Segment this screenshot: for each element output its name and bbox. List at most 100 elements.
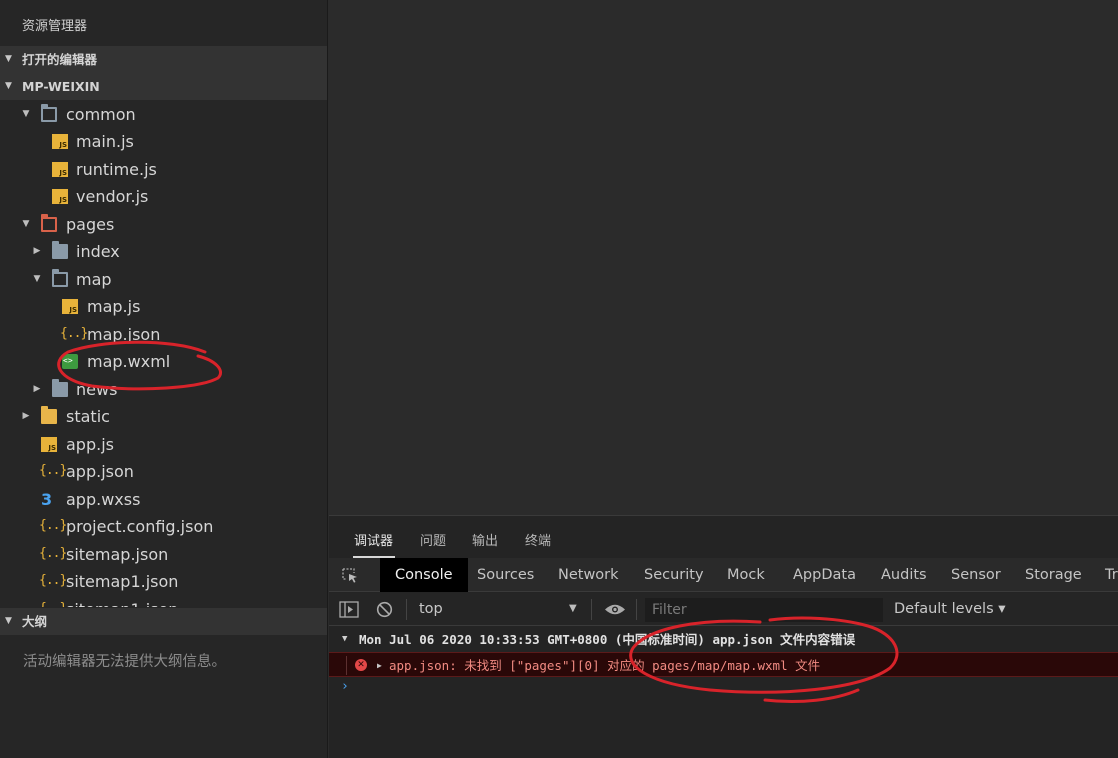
js-file-icon xyxy=(52,162,68,177)
devtab-network[interactable]: Network xyxy=(558,558,619,592)
error-icon: ✕ xyxy=(355,659,367,671)
file-tree: ▼ common main.js runtime.js vendor.js ▼ … xyxy=(0,101,327,607)
chevron-down-icon[interactable]: ▼ xyxy=(569,603,577,614)
tree-item-index[interactable]: ▶ index xyxy=(0,238,327,265)
tree-item-label: news xyxy=(76,380,118,399)
devtab-trace-cut[interactable]: Tr xyxy=(1105,558,1118,592)
tree-item-runtime-js[interactable]: runtime.js xyxy=(0,156,327,183)
tree-item-sitemap1-json[interactable]: {..} sitemap1.json xyxy=(0,568,327,595)
devtab-appdata[interactable]: AppData xyxy=(793,558,856,592)
tree-item-label: app.json xyxy=(66,462,134,481)
devtab-security[interactable]: Security xyxy=(644,558,704,592)
json-file-icon: {..} xyxy=(39,601,67,607)
json-file-icon: {..} xyxy=(60,326,88,341)
devtab-mock[interactable]: Mock xyxy=(727,558,765,592)
outline-label: 大纲 xyxy=(22,614,48,629)
tree-item-news[interactable]: ▶ news xyxy=(0,376,327,403)
tab-debugger[interactable]: 调试器 xyxy=(354,530,393,549)
tree-item-label: app.wxss xyxy=(66,490,141,509)
chevron-down-icon: ▼ xyxy=(22,109,30,119)
explorer-sidebar: 资源管理器 ▼ 打开的编辑器 ▼ MP-WEIXIN ▼ common main… xyxy=(0,0,328,758)
eye-icon[interactable] xyxy=(604,603,626,616)
folder-open-icon xyxy=(41,214,57,232)
tree-item-label: runtime.js xyxy=(76,160,157,179)
clear-console-icon[interactable] xyxy=(376,601,393,618)
devtab-console[interactable]: Console xyxy=(380,558,468,592)
tree-item-map-json[interactable]: {..} map.json xyxy=(0,321,327,348)
tree-item-vendor-js[interactable]: vendor.js xyxy=(0,183,327,210)
chevron-down-icon: ▼ xyxy=(5,81,12,91)
js-file-icon xyxy=(52,189,68,204)
tab-problems[interactable]: 问题 xyxy=(420,530,446,549)
console-error-text: app.json: 未找到 ["pages"][0] 对应的 pages/map… xyxy=(389,658,821,673)
tree-item-common[interactable]: ▼ common xyxy=(0,101,327,128)
folder-icon xyxy=(41,406,57,424)
toggle-sidebar-icon[interactable] xyxy=(339,601,359,618)
chevron-right-icon: ▶ xyxy=(33,384,41,394)
tab-output[interactable]: 输出 xyxy=(472,530,498,549)
tree-item-label: main.js xyxy=(76,132,134,151)
console-group-text: Mon Jul 06 2020 10:33:53 GMT+0800 (中国标准时… xyxy=(359,632,856,647)
chevron-down-icon: ▼ xyxy=(342,634,348,644)
json-file-icon: {..} xyxy=(39,573,67,588)
chevron-right-icon: ▶ xyxy=(22,411,30,421)
tree-item-map-wxml[interactable]: map.wxml xyxy=(0,348,327,375)
outline-empty-message: 活动编辑器无法提供大纲信息。 xyxy=(23,654,226,670)
chevron-down-icon: ▼ xyxy=(5,616,12,626)
editor-area xyxy=(329,0,1118,515)
js-file-icon xyxy=(62,299,78,314)
devtab-storage[interactable]: Storage xyxy=(1025,558,1082,592)
tree-item-label: pages xyxy=(66,215,115,234)
chevron-right-icon: ▶ xyxy=(33,246,41,256)
tree-item-sitemap-cut[interactable]: {..} sitemap1.json xyxy=(0,596,327,607)
panel-tabs: 调试器 问题 输出 终端 xyxy=(329,516,1118,558)
console-prompt[interactable]: › xyxy=(341,679,349,694)
group-indent-line xyxy=(346,656,347,675)
devtab-sensor[interactable]: Sensor xyxy=(951,558,1001,592)
tree-item-static[interactable]: ▶ static xyxy=(0,403,327,430)
json-file-icon: {..} xyxy=(39,518,67,533)
js-file-icon xyxy=(52,134,68,149)
tree-item-label: static xyxy=(66,407,110,426)
devtab-audits[interactable]: Audits xyxy=(881,558,927,592)
tree-item-app-js[interactable]: app.js xyxy=(0,431,327,458)
tree-item-app-json[interactable]: {..} app.json xyxy=(0,458,327,485)
project-label: MP-WEIXIN xyxy=(22,79,100,94)
tree-item-label: sitemap1.json xyxy=(66,572,179,591)
open-editors-header[interactable]: ▼ 打开的编辑器 xyxy=(0,46,327,73)
tree-item-label: map.json xyxy=(87,325,161,344)
toolbar-separator xyxy=(636,599,637,620)
filter-input[interactable] xyxy=(645,598,883,622)
css-file-icon xyxy=(41,492,57,507)
tree-item-main-js[interactable]: main.js xyxy=(0,128,327,155)
toolbar-separator xyxy=(406,599,407,620)
tree-item-map-js[interactable]: map.js xyxy=(0,293,327,320)
inspect-element-icon[interactable] xyxy=(341,567,359,583)
folder-open-icon xyxy=(41,104,57,122)
folder-icon xyxy=(52,379,68,397)
console-toolbar: top ▼ Default levels ▾ xyxy=(329,593,1118,626)
tree-item-project-config-json[interactable]: {..} project.config.json xyxy=(0,513,327,540)
tree-item-sitemap-json[interactable]: {..} sitemap.json xyxy=(0,541,327,568)
project-header[interactable]: ▼ MP-WEIXIN xyxy=(0,73,327,100)
chevron-down-icon: ▼ xyxy=(22,219,30,229)
log-levels-select[interactable]: Default levels ▾ xyxy=(894,601,1006,617)
devtab-sources[interactable]: Sources xyxy=(477,558,534,592)
tree-item-app-wxss[interactable]: app.wxss xyxy=(0,486,327,513)
outline-header[interactable]: ▼ 大纲 xyxy=(0,608,327,635)
chevron-right-icon: ▶ xyxy=(377,661,382,670)
context-select[interactable]: top xyxy=(419,601,443,617)
tree-item-label: sitemap.json xyxy=(66,545,169,564)
tab-terminal[interactable]: 终端 xyxy=(525,530,551,549)
console-group-header[interactable]: ▼ Mon Jul 06 2020 10:33:53 GMT+0800 (中国标… xyxy=(329,627,1118,652)
bottom-panel: 调试器 问题 输出 终端 Console Sources Network Sec… xyxy=(329,515,1118,758)
devtools-tabs: Console Sources Network Security Mock Ap… xyxy=(329,558,1118,592)
tree-item-label: index xyxy=(76,242,120,261)
tree-item-map[interactable]: ▼ map xyxy=(0,266,327,293)
toolbar-separator xyxy=(591,599,592,620)
tree-item-label: project.config.json xyxy=(66,517,214,536)
tree-item-pages[interactable]: ▼ pages xyxy=(0,211,327,238)
open-editors-label: 打开的编辑器 xyxy=(22,52,98,67)
tree-item-label: map.js xyxy=(87,297,141,316)
console-error-row[interactable]: ✕ ▶ app.json: 未找到 ["pages"][0] 对应的 pages… xyxy=(329,652,1118,677)
